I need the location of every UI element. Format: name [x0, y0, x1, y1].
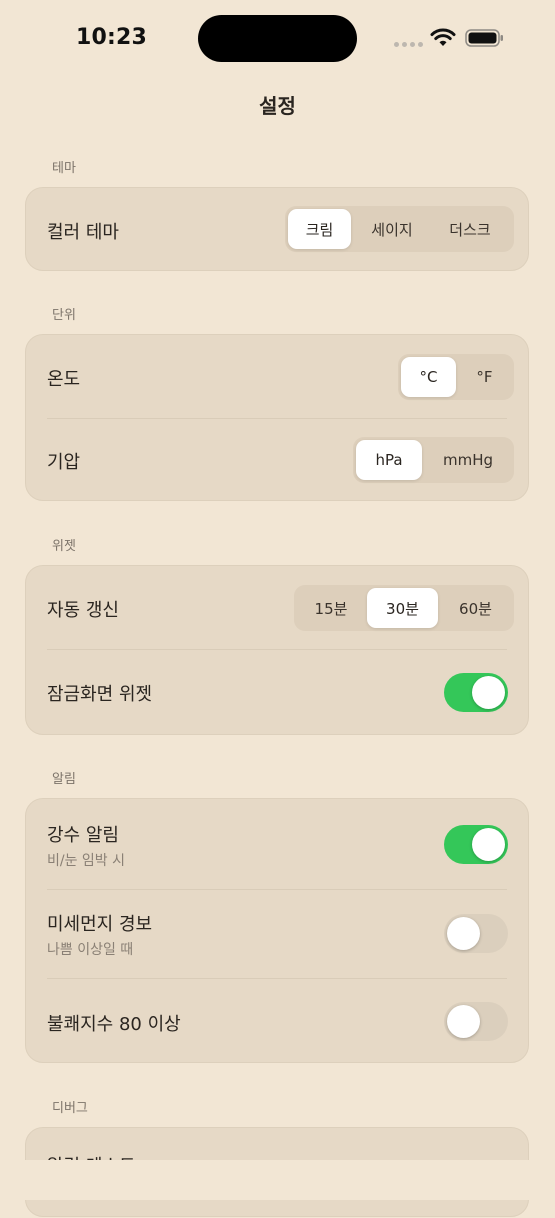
- bottom-scroll-edge: [0, 1160, 555, 1200]
- auto-refresh-segmented-control: 15분 30분 60분: [294, 585, 514, 631]
- pressure-option-mmhg[interactable]: mmHg: [425, 440, 511, 480]
- lock-screen-widget-row: 잠금화면 위젯: [26, 650, 528, 736]
- auto-refresh-option-30[interactable]: 30분: [367, 588, 438, 628]
- toggle-knob: [472, 676, 505, 709]
- auto-refresh-label: 자동 갱신: [47, 600, 119, 621]
- temperature-segmented-control: °C °F: [398, 354, 514, 400]
- wifi-icon: [430, 28, 456, 48]
- temperature-option-fahrenheit[interactable]: °F: [458, 357, 511, 397]
- color-theme-row: 컬러 테마 크림 세이지 더스크: [26, 188, 528, 272]
- temperature-option-celsius[interactable]: °C: [401, 357, 456, 397]
- page-title: 설정: [259, 94, 296, 118]
- lock-screen-widget-label: 잠금화면 위젯: [47, 684, 153, 705]
- section-label-alerts: 알림: [52, 772, 76, 787]
- toggle-knob: [447, 917, 480, 950]
- auto-refresh-option-15[interactable]: 15분: [297, 588, 365, 628]
- toggle-knob: [472, 828, 505, 861]
- dust-alert-row: 미세먼지 경보 나쁨 이상일 때: [26, 890, 528, 978]
- color-theme-option-dusk[interactable]: 더스크: [432, 209, 508, 249]
- rain-alert-row: 강수 알림 비/눈 임박 시: [26, 799, 528, 889]
- widget-card: 자동 갱신 15분 30분 60분 잠금화면 위젯: [25, 565, 529, 735]
- temperature-row: 온도 °C °F: [26, 335, 528, 418]
- status-bar: 10:23: [0, 0, 555, 78]
- dust-alert-label: 미세먼지 경보: [47, 914, 153, 935]
- section-label-units: 단위: [52, 308, 76, 323]
- discomfort-alert-row: 불쾌지수 80 이상: [26, 979, 528, 1064]
- color-theme-segmented-control: 크림 세이지 더스크: [285, 206, 514, 252]
- discomfort-alert-toggle[interactable]: [444, 1002, 508, 1041]
- color-theme-label: 컬러 테마: [47, 222, 119, 243]
- toggle-knob: [447, 1005, 480, 1038]
- temperature-label: 온도: [47, 369, 81, 390]
- dust-alert-toggle[interactable]: [444, 914, 508, 953]
- color-theme-option-sage[interactable]: 세이지: [357, 209, 427, 249]
- dust-alert-subtitle: 나쁨 이상일 때: [47, 942, 134, 958]
- section-label-debug: 디버그: [52, 1101, 88, 1116]
- section-label-widget: 위젯: [52, 539, 76, 554]
- dynamic-island: [198, 15, 357, 62]
- rain-alert-label: 강수 알림: [47, 825, 119, 846]
- alerts-card: 강수 알림 비/눈 임박 시 미세먼지 경보 나쁨 이상일 때 불쾌지수 80 …: [25, 798, 529, 1063]
- pressure-option-hpa[interactable]: hPa: [356, 440, 422, 480]
- discomfort-alert-label: 불쾌지수 80 이상: [47, 1014, 181, 1035]
- pressure-label: 기압: [47, 452, 81, 473]
- auto-refresh-row: 자동 갱신 15분 30분 60분: [26, 566, 528, 649]
- theme-card: 컬러 테마 크림 세이지 더스크: [25, 187, 529, 271]
- color-theme-option-cream[interactable]: 크림: [288, 209, 351, 249]
- auto-refresh-option-60[interactable]: 60분: [440, 588, 511, 628]
- section-label-theme: 테마: [52, 161, 76, 176]
- rain-alert-toggle[interactable]: [444, 825, 508, 864]
- rain-alert-subtitle: 비/눈 임박 시: [47, 853, 126, 869]
- lock-screen-widget-toggle[interactable]: [444, 673, 508, 712]
- pressure-segmented-control: hPa mmHg: [353, 437, 514, 483]
- units-card: 온도 °C °F 기압 hPa mmHg: [25, 334, 529, 501]
- battery-icon: [465, 28, 505, 48]
- status-time: 10:23: [76, 25, 148, 50]
- cellular-signal-icon: [394, 42, 424, 48]
- pressure-row: 기압 hPa mmHg: [26, 419, 528, 502]
